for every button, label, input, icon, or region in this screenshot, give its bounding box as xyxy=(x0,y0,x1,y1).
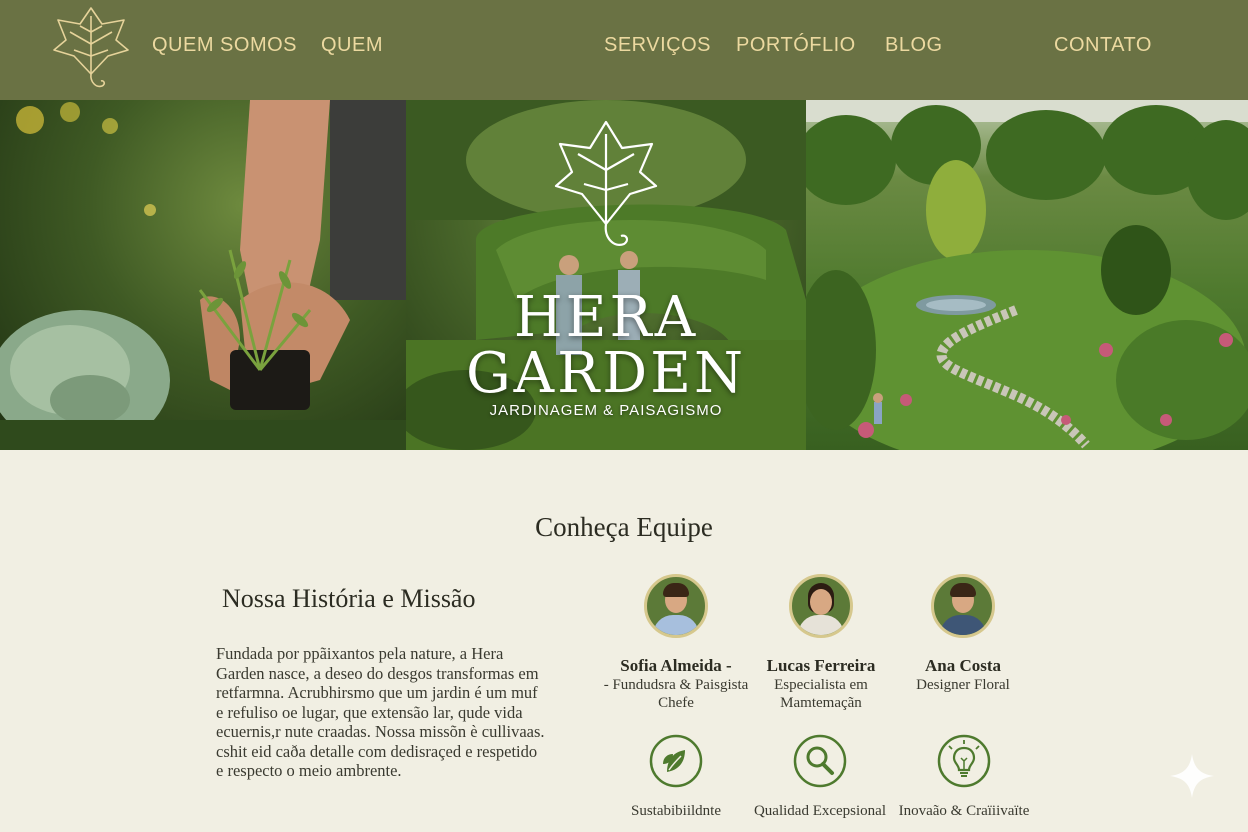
leaf-icon xyxy=(649,734,703,788)
hero-image-planting xyxy=(0,100,406,450)
value-label: Qualidad Excepsional xyxy=(753,803,887,819)
nav-link-quem-somos[interactable]: QUEM SOMOS xyxy=(152,34,297,57)
sparkle-icon xyxy=(1170,754,1214,798)
value-label: Inovaão & Craïiivaïte xyxy=(898,803,1030,819)
value-label: Sustabibiildnte xyxy=(631,803,721,819)
nav-link-portfolio[interactable]: PORTÓFLIO xyxy=(736,34,856,57)
team-heading: Conheça Equipe xyxy=(535,512,713,542)
lightbulb-icon xyxy=(937,734,991,788)
avatar xyxy=(931,574,995,638)
brand-title-line2: GARDEN xyxy=(465,341,747,406)
history-heading: Nossa História e Missão xyxy=(222,584,476,613)
member-name: Ana Costa xyxy=(924,656,1002,675)
value-item: Qualidad Excepsional xyxy=(740,734,900,820)
magnifier-icon xyxy=(793,734,847,788)
history-text: Fundada por ppãixantos pela nature, a He… xyxy=(216,644,545,780)
nav-link-blog[interactable]: BLOG xyxy=(885,34,943,57)
top-nav: QUEM SOMOS QUEM SERVIÇOS PORTÓFLIO BLOG … xyxy=(0,0,1248,100)
hero-image-landscape xyxy=(806,100,1248,450)
avatar xyxy=(644,574,708,638)
member-role: Designer Floral xyxy=(916,677,1010,693)
nav-link-contato[interactable]: CONTATO xyxy=(1054,34,1152,57)
nav-link-servicos[interactable]: SERVIÇOS xyxy=(604,34,711,57)
ivy-leaf-logo-icon[interactable] xyxy=(50,4,132,92)
value-item: Inovaão & Craïiivaïte xyxy=(884,734,1044,820)
avatar xyxy=(789,574,853,638)
value-item: Sustabibiildnte xyxy=(596,734,756,820)
nav-link-quem[interactable]: QUEM xyxy=(321,34,383,57)
brand-title-line1: HERA xyxy=(513,285,699,350)
brand-tagline: JARDINAGEM & PAISAGISMO xyxy=(489,402,723,419)
hero-banner: HERA GARDEN JARDINAGEM & PAISAGISMO xyxy=(0,100,1248,450)
team-member-card: Ana Costa Designer Floral xyxy=(878,574,1048,694)
